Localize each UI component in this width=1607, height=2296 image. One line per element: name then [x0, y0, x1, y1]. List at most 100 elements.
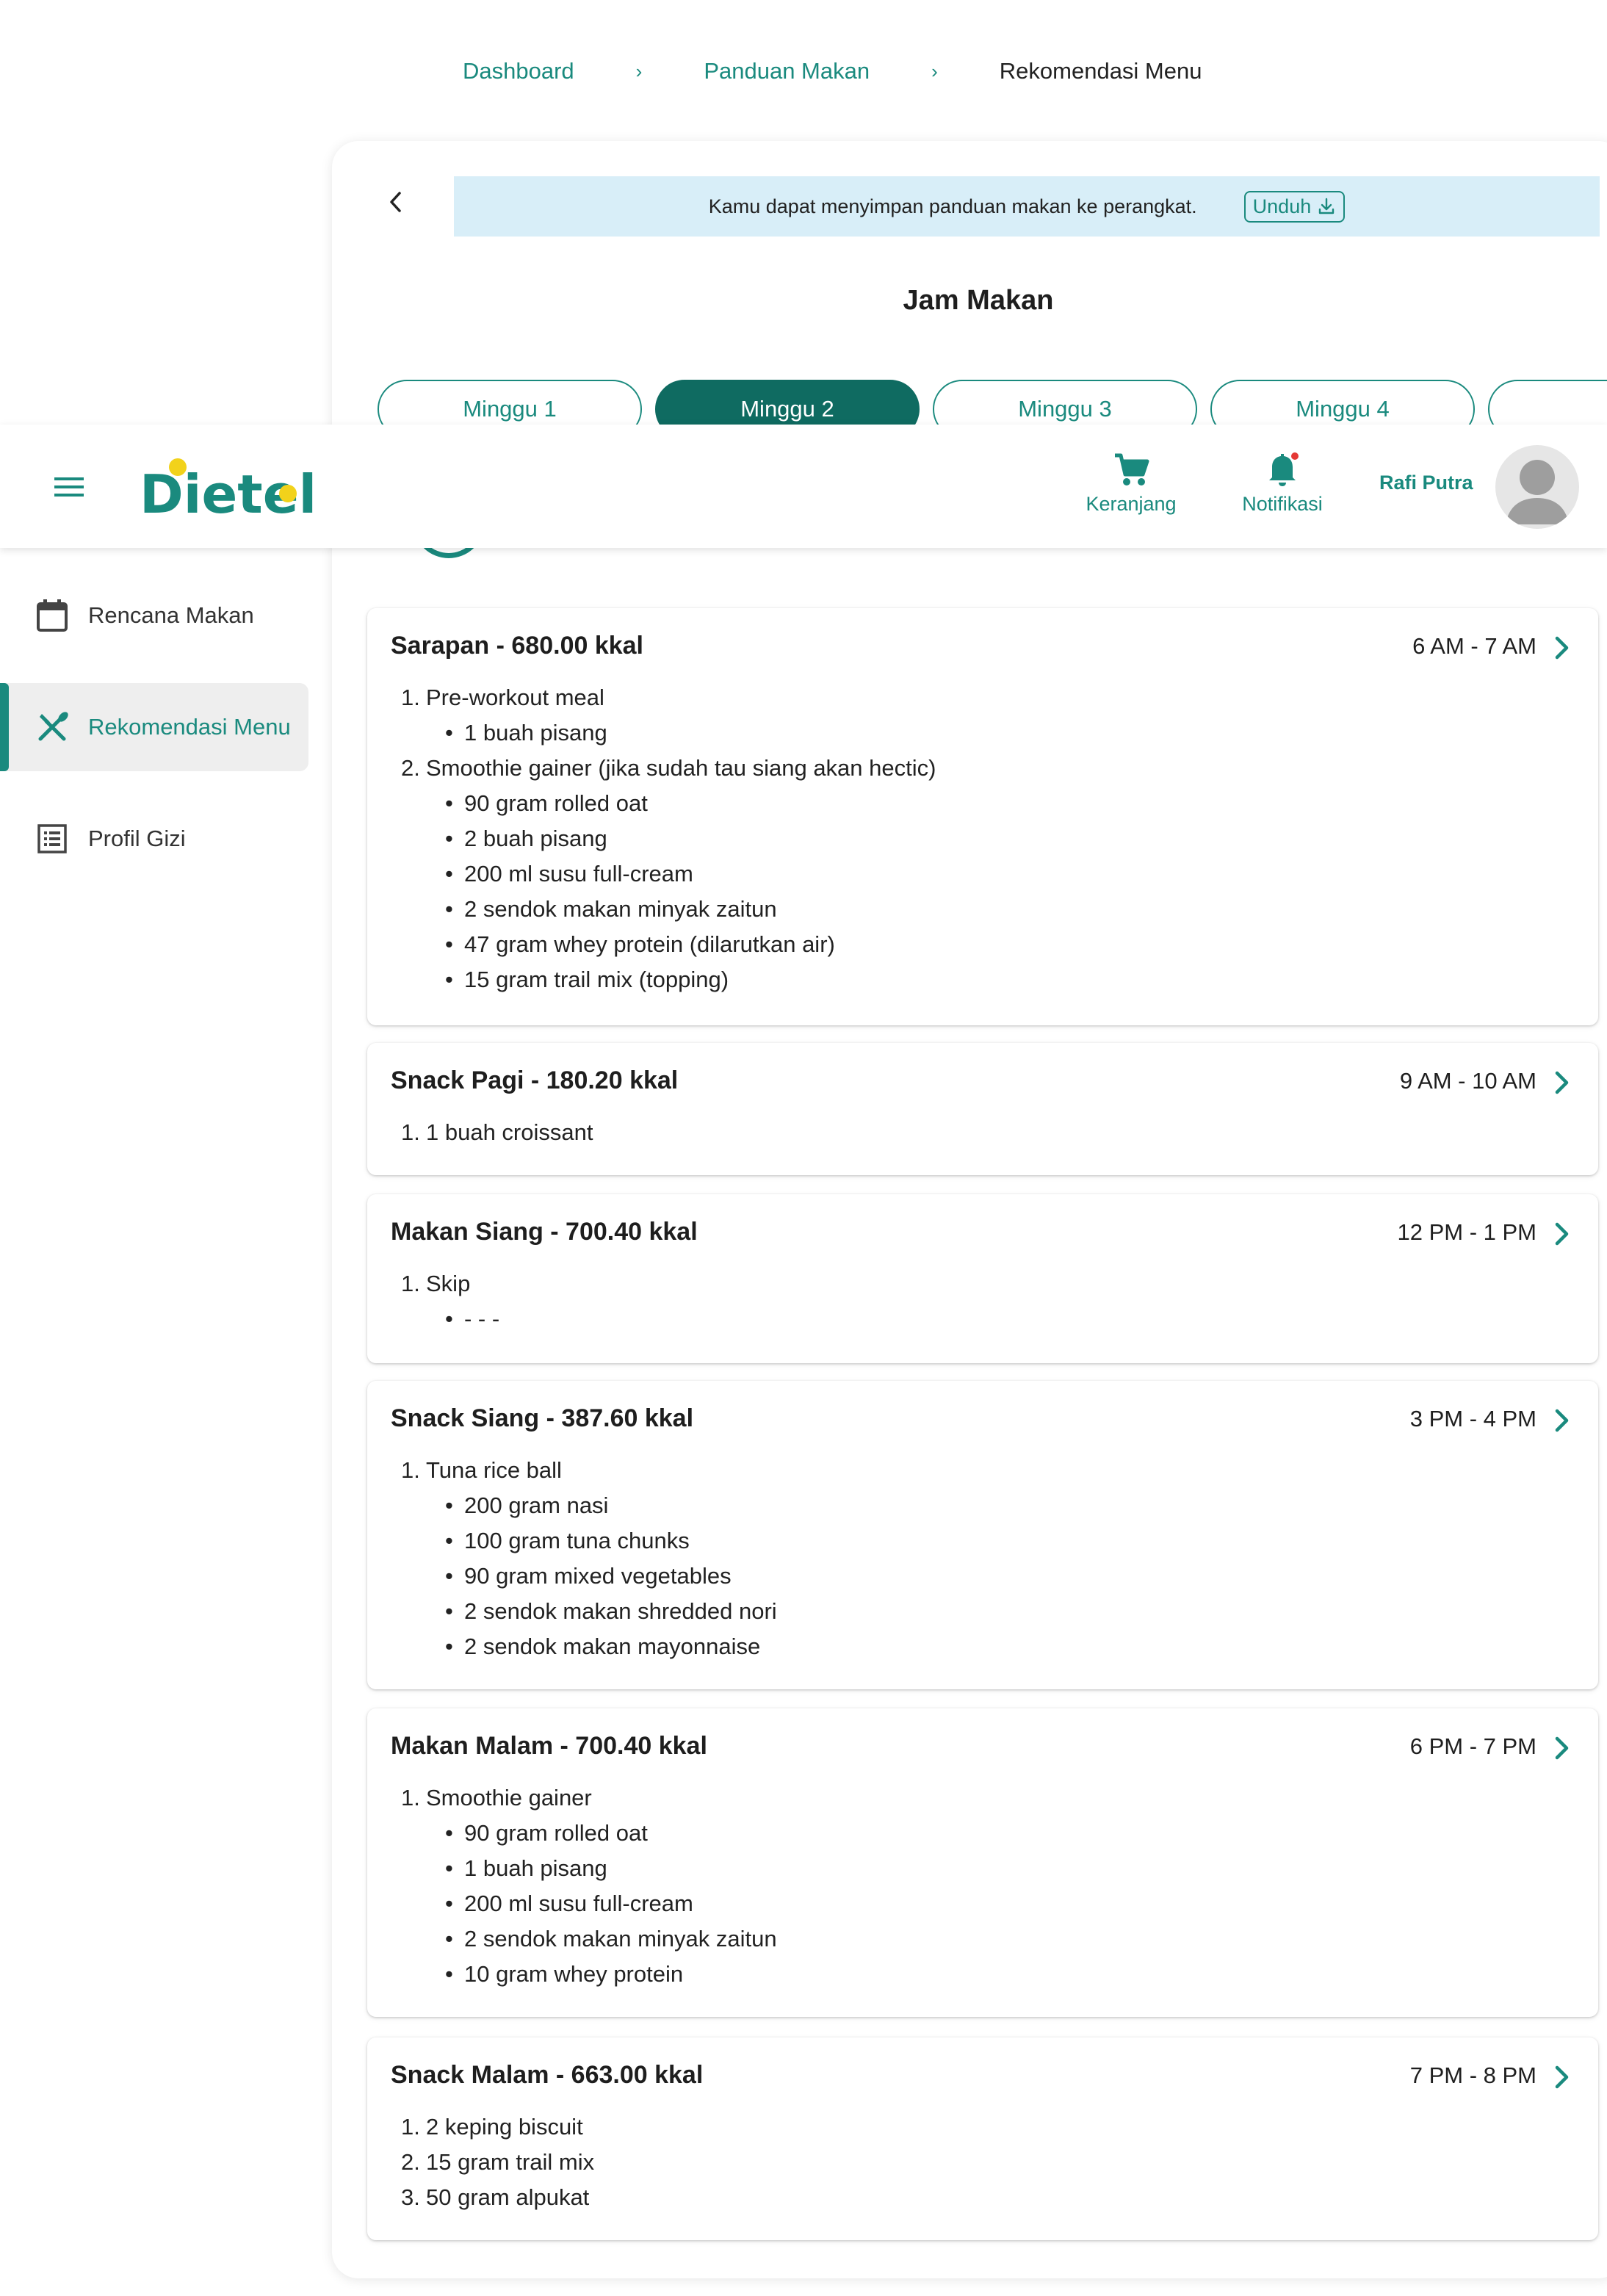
list-item-text: 50 gram alpukat — [426, 2184, 590, 2210]
sidebar: Rencana Makan Rekomendasi Menu Profil Gi… — [0, 548, 323, 2296]
list-item-text: 15 gram trail mix — [426, 2149, 595, 2175]
back-button[interactable] — [378, 184, 414, 220]
list-item-text: Skip — [426, 1271, 471, 1296]
sub-list-item-text: - - - — [464, 1306, 500, 1332]
meal-time: 6 AM - 7 AM — [1412, 633, 1536, 659]
sub-list-item: • 10 gram whey protein — [401, 1957, 777, 1992]
notification-button[interactable]: Notifikasi — [1231, 451, 1334, 516]
sidebar-item-label: Rencana Makan — [88, 602, 254, 628]
bullet-icon: • — [445, 1598, 453, 1624]
download-button[interactable]: Unduh — [1243, 190, 1346, 223]
sub-list-item: • 1 buah pisang — [401, 1851, 777, 1886]
meal-title: Snack Pagi - 180.20 kkal — [391, 1066, 679, 1094]
meal-title: Makan Siang - 700.40 kkal — [391, 1218, 698, 1246]
cart-label: Keranjang — [1086, 493, 1177, 515]
chevron-right-icon[interactable] — [1547, 633, 1576, 663]
sub-list-item: • 1 buah pisang — [401, 715, 936, 751]
list-item: 2. 15 gram trail mix — [401, 2145, 594, 2180]
user-name[interactable]: Rafi Putra — [1379, 472, 1473, 494]
avatar[interactable] — [1495, 445, 1579, 529]
list-item-text: Smoothie gainer — [426, 1785, 592, 1811]
user-avatar-icon — [1506, 460, 1569, 524]
chevron-right-icon[interactable] — [1547, 2062, 1576, 2092]
list-item: 1. Smoothie gainer — [401, 1780, 777, 1816]
utensils-crossed-icon — [34, 709, 71, 746]
sidebar-item-rekomendasi-menu[interactable]: Rekomendasi Menu — [0, 683, 308, 771]
sub-list-item-text: 90 gram rolled oat — [464, 790, 648, 816]
bullet-icon: • — [445, 1563, 453, 1589]
bullet-icon: • — [445, 720, 453, 746]
list-item: 1. Skip — [401, 1266, 499, 1302]
meal-card[interactable]: Snack Malam - 663.00 kkal 7 PM - 8 PM 1. 2 … — [367, 2037, 1598, 2240]
bullet-icon: • — [445, 1891, 453, 1916]
meal-card[interactable]: Makan Malam - 700.40 kkal 6 PM - 7 PM 1. Sm… — [367, 1708, 1598, 2017]
bullet-icon: • — [445, 896, 453, 922]
meal-time: 7 PM - 8 PM — [1409, 2062, 1536, 2088]
dietela-logo[interactable]: Dietela — [140, 455, 316, 521]
list-item-number: 3. — [401, 2184, 420, 2210]
meal-items: 1. Tuna rice ball • 200 gram nasi • 100 gram … — [401, 1453, 777, 1664]
list-item: 1. 2 keping biscuit — [401, 2109, 594, 2145]
sub-list-item: • 2 sendok makan minyak zaitun — [401, 1921, 777, 1957]
calendar-icon — [34, 597, 71, 634]
download-icon — [1319, 198, 1335, 214]
meal-time: 3 PM - 4 PM — [1409, 1406, 1536, 1432]
sidebar-item-profil-gizi[interactable]: Profil Gizi — [0, 795, 308, 883]
breadcrumb-separator: › — [635, 59, 643, 82]
bullet-icon: • — [445, 1633, 453, 1659]
list-item-text: Smoothie gainer (jika sudah tau siang ak… — [426, 755, 936, 781]
meal-card[interactable]: Sarapan - 680.00 kkal 6 AM - 7 AM 1. Pre-wo… — [367, 608, 1598, 1025]
sub-list-item: • - - - — [401, 1302, 499, 1337]
list-item: 1. Pre-workout meal — [401, 680, 936, 715]
chevron-right-icon[interactable] — [1547, 1733, 1576, 1763]
chevron-right-icon[interactable] — [1547, 1406, 1576, 1435]
sub-list-item: • 2 buah pisang — [401, 821, 936, 856]
list-item-text: Tuna rice ball — [426, 1457, 562, 1483]
bell-icon — [1269, 452, 1299, 486]
breadcrumb: Dashboard › Panduan Makan › Rekomendasi … — [463, 53, 1202, 90]
sub-list-item-text: 2 sendok makan mayonnaise — [464, 1633, 761, 1659]
breadcrumb-dashboard[interactable]: Dashboard — [463, 58, 574, 84]
sub-list-item-text: 47 gram whey protein (dilarutkan air) — [464, 931, 835, 957]
sub-list-item-text: 10 gram whey protein — [464, 1961, 684, 1987]
meal-title: Snack Siang - 387.60 kkal — [391, 1404, 694, 1432]
meal-items: 1. Pre-workout meal • 1 buah pisang 2. Smooth… — [401, 680, 936, 997]
sub-list-item-text: 200 gram nasi — [464, 1492, 609, 1518]
sub-list-item-text: 200 ml susu full-cream — [464, 861, 693, 887]
meal-card[interactable]: Makan Siang - 700.40 kkal 12 PM - 1 PM 1. S… — [367, 1194, 1598, 1363]
sub-list-item: • 200 ml susu full-cream — [401, 856, 936, 892]
sub-list-item-text: 2 sendok makan minyak zaitun — [464, 1926, 777, 1952]
chevron-right-icon[interactable] — [1547, 1068, 1576, 1097]
sub-list-item-text: 90 gram rolled oat — [464, 1820, 648, 1846]
meal-time: 12 PM - 1 PM — [1397, 1219, 1537, 1245]
sidebar-item-rencana-makan[interactable]: Rencana Makan — [0, 571, 308, 660]
hamburger-menu-icon[interactable] — [54, 476, 84, 498]
sub-list-item: • 2 sendok makan minyak zaitun — [401, 892, 936, 927]
chevron-right-icon[interactable] — [1547, 1219, 1576, 1249]
sidebar-item-label: Profil Gizi — [88, 826, 186, 851]
notification-label: Notifikasi — [1242, 493, 1323, 515]
list-item-number: 1. — [401, 1785, 420, 1811]
list-item-number: 2. — [401, 755, 420, 781]
meal-card[interactable]: Snack Pagi - 180.20 kkal 9 AM - 10 AM 1. 1 … — [367, 1043, 1598, 1175]
sub-list-item: • 47 gram whey protein (dilarutkan air) — [401, 927, 936, 962]
list-item-number: 1. — [401, 685, 420, 710]
breadcrumb-panduan-makan[interactable]: Panduan Makan — [704, 58, 870, 84]
list-item-number: 2. — [401, 2149, 420, 2175]
meal-items: 1. Skip • - - - — [401, 1266, 499, 1337]
sub-list-item-text: 1 buah pisang — [464, 720, 607, 746]
list-item-number: 1. — [401, 1119, 420, 1145]
cart-button[interactable]: Keranjang — [1080, 451, 1182, 516]
bullet-icon: • — [445, 1820, 453, 1846]
sub-list-item: • 200 ml susu full-cream — [401, 1886, 777, 1921]
list-item: 1. Tuna rice ball — [401, 1453, 777, 1488]
breadcrumb-current: Rekomendasi Menu — [999, 58, 1202, 84]
sub-list-item-text: 2 sendok makan shredded nori — [464, 1598, 777, 1624]
meal-time: 6 PM - 7 PM — [1409, 1733, 1536, 1759]
bullet-icon: • — [445, 1306, 453, 1332]
section-title: Jam Makan — [903, 285, 1054, 316]
meal-card[interactable]: Snack Siang - 387.60 kkal 3 PM - 4 PM 1. Tu… — [367, 1381, 1598, 1689]
bullet-icon: • — [445, 1528, 453, 1553]
list-item: 3. 50 gram alpukat — [401, 2180, 594, 2215]
meal-items: 1. 2 keping biscuit 2. 15 gram trail mix 3. 5… — [401, 2109, 594, 2215]
